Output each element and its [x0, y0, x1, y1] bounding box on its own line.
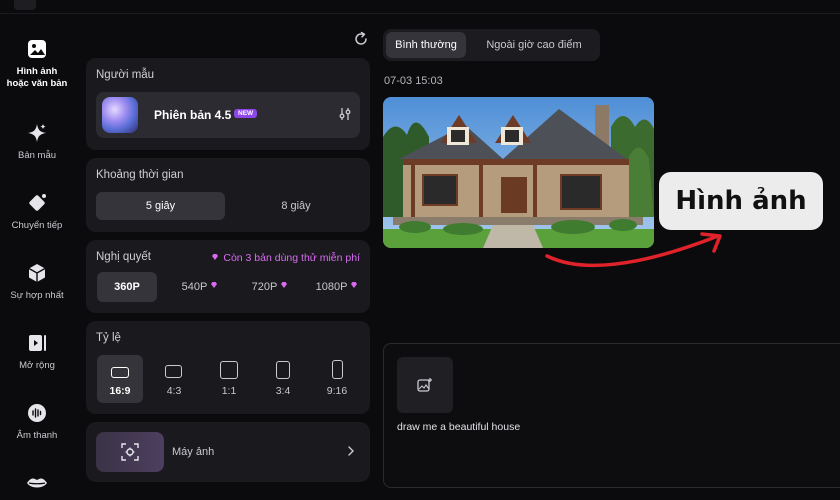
resolution-option-720p[interactable]: 720P — [241, 272, 299, 302]
resolution-label: 360P — [114, 281, 140, 293]
sidebar-item-label: Âm thanh — [16, 430, 58, 441]
prompt-box[interactable]: draw me a beautiful house — [383, 343, 840, 488]
model-panel: Người mẫu Phiên bản 4.5 NEW — [86, 58, 370, 150]
ratio-3-4-icon — [276, 361, 290, 379]
resolution-label: 540P — [181, 281, 208, 293]
diamond-icon — [211, 282, 218, 288]
transition-icon — [29, 194, 46, 211]
ratio-label: 4:3 — [166, 385, 182, 397]
sparkle-icon — [28, 124, 46, 142]
diamond-icon — [212, 254, 219, 260]
ratio-1-1-icon — [220, 361, 238, 379]
model-selector[interactable]: Phiên bản 4.5 NEW — [96, 92, 360, 138]
resolution-label: 720P — [251, 281, 278, 293]
ratio-panel: Tỷ lệ 16:9 4:3 1:1 3:4 9:16 — [86, 321, 370, 414]
camera-preview — [96, 432, 164, 472]
resolution-panel: Nghị quyết Còn 3 bản dùng thử miễn phí 3… — [86, 240, 370, 313]
new-badge: NEW — [234, 109, 258, 118]
add-image-icon — [417, 378, 432, 392]
tab-off-peak[interactable]: Ngoài giờ cao điểm — [475, 32, 593, 58]
lips-icon — [27, 478, 47, 488]
top-bar — [0, 0, 840, 14]
ratio-label: 16:9 — [109, 385, 131, 397]
sidebar-item-merge[interactable]: Sự hợp nhất — [0, 262, 74, 302]
diamond-icon — [351, 282, 358, 288]
ratio-title: Tỷ lệ — [96, 332, 121, 344]
diamond-icon — [281, 282, 288, 288]
queue-tabs: Bình thường Ngoài giờ cao điểm — [383, 29, 600, 61]
extend-icon — [29, 335, 46, 351]
prompt-text[interactable]: draw me a beautiful house — [397, 421, 520, 433]
ratio-4-3-icon — [165, 365, 182, 378]
menu-button[interactable] — [14, 0, 36, 10]
ratio-option-3-4[interactable]: 3:4 — [260, 355, 306, 403]
camera-focus-icon — [121, 443, 139, 461]
duration-title: Khoảng thời gian — [96, 169, 184, 181]
ratio-9-16-icon — [332, 360, 343, 379]
resolution-label: 1080P — [315, 281, 348, 293]
chevron-right-icon — [348, 446, 354, 456]
ratio-16-9-icon — [111, 367, 129, 378]
ratio-label: 1:1 — [221, 385, 237, 397]
sidebar-item-lip-sync[interactable] — [0, 472, 74, 500]
image-icon — [28, 40, 46, 58]
result-timestamp: 07-03 15:03 — [384, 75, 443, 87]
resolution-title: Nghị quyết — [96, 251, 151, 263]
resolution-option-1080p[interactable]: 1080P — [306, 272, 368, 302]
cube-icon — [28, 264, 46, 282]
ratio-label: 3:4 — [275, 385, 291, 397]
sliders-icon[interactable] — [338, 107, 352, 121]
ratio-option-1-1[interactable]: 1:1 — [206, 355, 252, 403]
sidebar-item-label: Chuyển tiếp — [11, 220, 63, 231]
refresh-icon[interactable] — [352, 30, 370, 48]
sidebar-item-audio[interactable]: Âm thanh — [0, 402, 74, 442]
ratio-option-16-9[interactable]: 16:9 — [97, 355, 143, 403]
sidebar-item-label: Sự hợp nhất — [10, 290, 64, 301]
ratio-label: 9:16 — [326, 385, 348, 397]
duration-option-5s[interactable]: 5 giây — [96, 192, 225, 220]
add-image-button[interactable] — [397, 357, 453, 413]
model-thumbnail — [102, 97, 138, 133]
resolution-option-540p[interactable]: 540P — [172, 272, 228, 302]
sidebar-item-extend[interactable]: Mở rộng — [0, 332, 74, 372]
sidebar-item-image-or-text[interactable]: Hình ảnh hoặc văn bản — [0, 38, 74, 90]
camera-panel[interactable]: Máy ảnh — [86, 422, 370, 482]
free-trial-text: Còn 3 bản dùng thử miễn phí — [223, 252, 360, 264]
model-title: Người mẫu — [96, 69, 155, 81]
audio-icon — [28, 404, 46, 422]
annotation-arrow-icon — [545, 232, 722, 268]
sidebar-item-label: hoặc văn bản — [6, 78, 68, 89]
ratio-option-9-16[interactable]: 9:16 — [314, 355, 360, 403]
annotation-label: Hình ảnh — [659, 172, 823, 230]
generated-house-image[interactable] — [383, 97, 654, 248]
ratio-option-4-3[interactable]: 4:3 — [151, 355, 197, 403]
sidebar-item-label: Bản mẫu — [17, 150, 57, 161]
sidebar-item-templates[interactable]: Bản mẫu — [0, 122, 74, 162]
sidebar-item-transition[interactable]: Chuyển tiếp — [0, 192, 74, 232]
free-trial-notice: Còn 3 bản dùng thử miễn phí — [211, 252, 360, 264]
model-name: Phiên bản 4.5 — [154, 108, 232, 122]
resolution-option-360p[interactable]: 360P — [97, 272, 157, 302]
duration-panel: Khoảng thời gian 5 giây 8 giây — [86, 158, 370, 232]
sidebar-item-label: Mở rộng — [19, 360, 55, 371]
sidebar: Hình ảnh hoặc văn bản Bản mẫu Chuyển tiế… — [0, 14, 74, 500]
camera-label: Máy ảnh — [172, 446, 215, 458]
tab-normal[interactable]: Bình thường — [386, 32, 466, 58]
sidebar-item-label: Hình ảnh — [16, 66, 58, 77]
duration-option-8s[interactable]: 8 giây — [232, 192, 360, 220]
